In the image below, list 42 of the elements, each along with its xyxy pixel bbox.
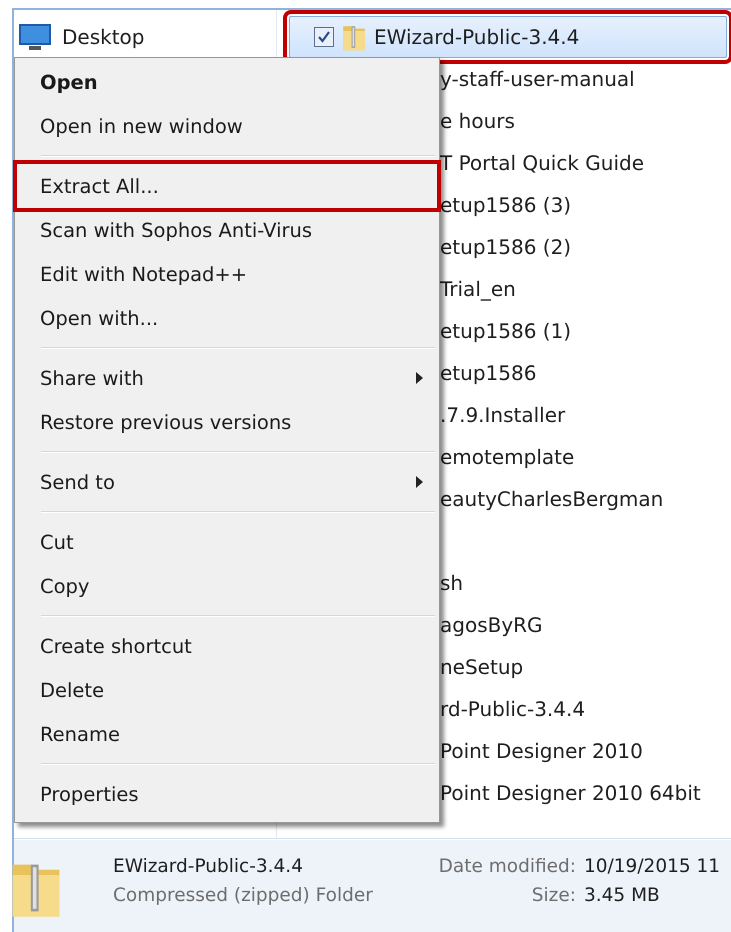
menu-item[interactable]: Open in new window [17, 104, 437, 148]
file-name: agosByRG [440, 613, 543, 637]
field-label: Size: [530, 885, 576, 906]
file-type: Compressed (zipped) Folder [113, 885, 374, 906]
file-name: neSetup [440, 655, 524, 679]
menu-item[interactable]: Cut [17, 520, 437, 564]
menu-item[interactable]: Open [17, 60, 437, 104]
file-name: Point Designer 2010 [440, 739, 643, 763]
menu-item[interactable]: Create shortcut [17, 624, 437, 668]
file-name: etup1586 [440, 361, 536, 385]
file-name: etup1586 (3) [440, 193, 572, 217]
file-name: EWizard-Public-3.4.4 [374, 25, 580, 49]
submenu-arrow-icon [416, 372, 423, 384]
file-name: y-staff-user-manual [440, 67, 635, 91]
checkbox[interactable] [314, 27, 334, 47]
menu-item[interactable]: Send to [17, 460, 437, 504]
check-icon [317, 30, 331, 44]
file-name: e hours [440, 109, 515, 133]
file-name: eautyCharlesBergman [440, 487, 664, 511]
file-name: Point Designer 2010 64bit [440, 781, 701, 805]
menu-item[interactable]: Restore previous versions [17, 400, 437, 444]
menu-item[interactable]: Rename [17, 712, 437, 756]
monitor-icon [18, 23, 52, 51]
file-name: Trial_en [440, 277, 516, 301]
menu-item[interactable]: Open with... [17, 296, 437, 340]
menu-item[interactable]: Delete [17, 668, 437, 712]
file-name: EWizard-Public-3.4.4 [113, 856, 304, 877]
menu-item[interactable]: Edit with Notepad++ [17, 252, 437, 296]
field-label: Date modified: [438, 856, 576, 877]
menu-item[interactable]: Share with [17, 356, 437, 400]
menu-item[interactable]: Copy [17, 564, 437, 608]
file-name: T Portal Quick Guide [440, 151, 644, 175]
field-value: 10/19/2015 11 [584, 856, 722, 877]
menu-item[interactable]: Scan with Sophos Anti-Virus [17, 208, 437, 252]
menu-item[interactable]: Properties [17, 772, 437, 816]
file-name: emotemplate [440, 445, 574, 469]
field-value: 3.45 MB [584, 885, 661, 906]
file-name: rd-Public-3.4.4 [440, 697, 586, 721]
submenu-arrow-icon [416, 476, 423, 488]
file-name: sh [440, 571, 464, 595]
nav-item[interactable]: Desktop [62, 25, 144, 49]
file-name: etup1586 (1) [440, 319, 572, 343]
